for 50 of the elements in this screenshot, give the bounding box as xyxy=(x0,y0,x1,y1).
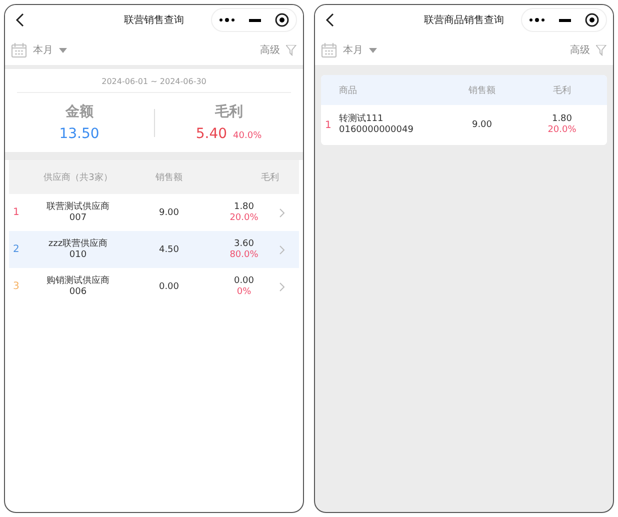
profit-value: 0.00 xyxy=(234,276,254,286)
sales-cell-text: 9.00 xyxy=(158,208,180,218)
minimize-icon[interactable] xyxy=(249,18,261,22)
column-header: 毛利 xyxy=(552,84,572,96)
column-header: 毛利 xyxy=(260,172,279,184)
capsule-menu[interactable] xyxy=(211,8,297,32)
sales-cell-text: 0.00 xyxy=(158,282,180,292)
period-select[interactable]: 本月 xyxy=(33,43,53,57)
table-row[interactable]: 2 zzz联营供应商 010 4.50 3.60 80.0% xyxy=(9,231,299,268)
profit-value: 1.80 xyxy=(552,114,572,125)
item-name: 购销测试供应商 006 xyxy=(46,276,110,298)
minimize-icon[interactable] xyxy=(559,18,571,22)
summary-percent: 40.0% xyxy=(233,131,262,141)
more-icon[interactable] xyxy=(219,18,235,22)
dropdown-caret-icon[interactable] xyxy=(59,48,67,52)
advanced-filter-link[interactable]: 高级 xyxy=(570,43,590,57)
back-icon[interactable] xyxy=(15,13,25,27)
close-icon[interactable] xyxy=(585,13,599,27)
summary-label: 毛利 xyxy=(214,103,243,121)
column-header: 供应商（共3家） xyxy=(42,172,114,184)
profit-value: 3.60 xyxy=(234,238,254,250)
summary-value: 13.50 xyxy=(59,126,100,142)
close-icon[interactable] xyxy=(275,13,289,27)
profit-percent: 20.0% xyxy=(548,125,576,136)
profit-percent: 20.0% xyxy=(230,212,258,224)
sales-cell-text: 4.50 xyxy=(158,244,180,254)
profit-percent: 80.0% xyxy=(230,250,258,260)
column-header: 销售额 xyxy=(468,84,496,96)
capsule-menu[interactable] xyxy=(521,8,607,32)
summary-value: 5.40 xyxy=(196,126,228,142)
advanced-filter-link[interactable]: 高级 xyxy=(260,43,280,57)
dropdown-caret-icon[interactable] xyxy=(369,48,377,52)
column-header: 商品 xyxy=(339,84,358,96)
rank-number: 3 xyxy=(12,281,20,292)
item-name: 转测试111 0160000000049 xyxy=(339,114,414,136)
period-select[interactable]: 本月 xyxy=(343,43,363,57)
profit-value: 1.80 xyxy=(234,202,254,212)
rank-number: 1 xyxy=(12,207,20,218)
column-header: 销售额 xyxy=(154,172,184,184)
page-title: 联营销售查询 xyxy=(123,14,185,27)
summary-label: 金额 xyxy=(65,103,94,121)
profit-percent: 0% xyxy=(236,286,252,298)
more-icon[interactable] xyxy=(529,18,545,22)
rank-number: 2 xyxy=(12,244,20,255)
sales-cell-text: 9.00 xyxy=(470,120,494,130)
back-icon[interactable] xyxy=(325,13,335,27)
item-name: zzz联营供应商 010 xyxy=(47,238,109,260)
item-name: 联营测试供应商 007 xyxy=(46,202,110,224)
page-title: 联营商品销售查询 xyxy=(423,14,505,27)
rank-number: 1 xyxy=(324,120,332,130)
